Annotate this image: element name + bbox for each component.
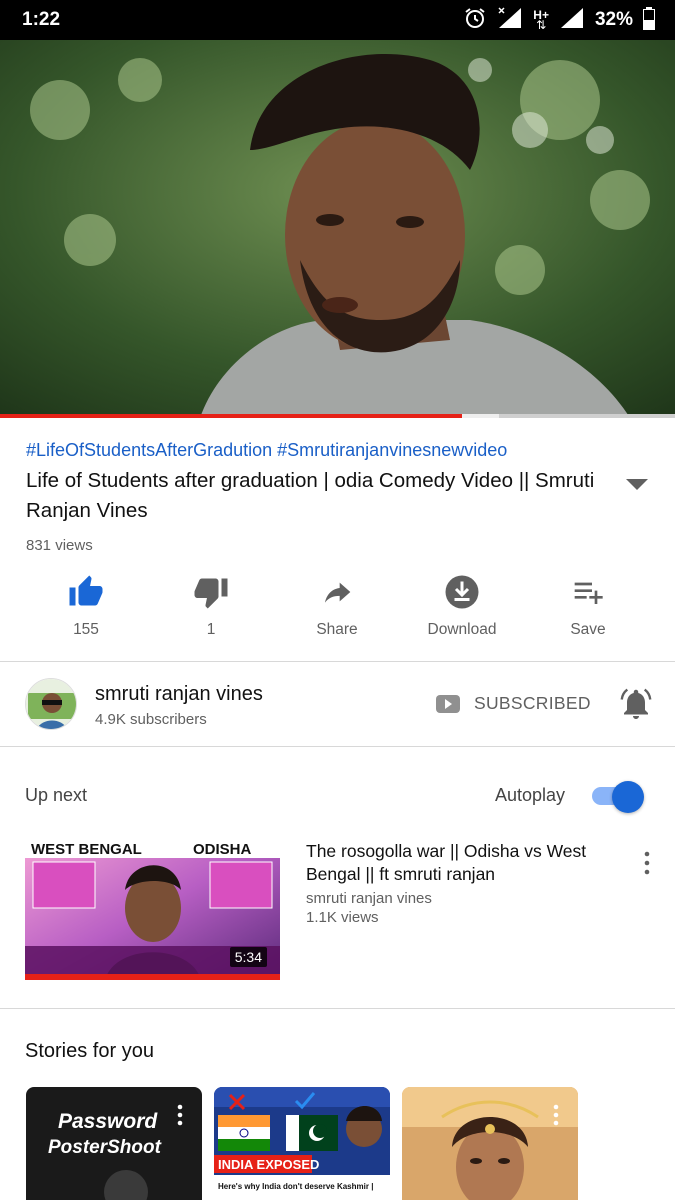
video-player[interactable] xyxy=(0,40,675,418)
notification-bell-icon[interactable] xyxy=(618,686,654,727)
subscribe-button[interactable]: SUBSCRIBED xyxy=(436,693,591,714)
story-text-2: PosterShoot xyxy=(48,1137,162,1158)
up-next-title[interactable]: The rosogolla war || Odisha vs West Beng… xyxy=(306,840,616,886)
signal-icon xyxy=(559,6,585,35)
progress-played xyxy=(0,414,462,418)
autoplay-label: Autoplay xyxy=(495,785,566,805)
channel-avatar[interactable] xyxy=(25,678,77,730)
story-image: Password PosterShoot xyxy=(26,1087,202,1200)
video-frame xyxy=(0,40,675,418)
video-duration: 5:34 xyxy=(229,947,267,967)
thumb-text-left: WEST BENGAL xyxy=(31,841,142,858)
divider xyxy=(0,746,675,747)
up-next-thumbnail[interactable]: WEST BENGAL ODISHA 5:34 xyxy=(25,838,280,980)
story-text-1: Password xyxy=(58,1110,158,1133)
story-text-2: Here's why India don't deserve Kashmir | xyxy=(218,1182,373,1191)
video-title: Life of Students after graduation | odia… xyxy=(26,469,595,522)
view-count: 831 views xyxy=(26,537,93,554)
download-label: Download xyxy=(427,621,497,638)
network-type-icon: H+ ⇅ xyxy=(533,8,549,32)
subscribe-state-label: SUBSCRIBED xyxy=(474,693,591,713)
story-image: INDIA EXPOSED Here's why India don't des… xyxy=(214,1087,390,1200)
download-icon xyxy=(407,572,517,612)
divider xyxy=(0,1008,675,1009)
up-next-label: Up next xyxy=(25,785,88,805)
story-card[interactable] xyxy=(402,1087,578,1200)
story-image xyxy=(402,1087,578,1200)
progress-buffered xyxy=(462,414,499,418)
signal-x-icon xyxy=(497,6,523,35)
story-text-1: INDIA EXPOSED xyxy=(218,1157,319,1172)
download-button[interactable]: Download xyxy=(407,572,517,639)
battery-icon xyxy=(643,6,655,35)
expand-description-icon[interactable] xyxy=(626,478,648,496)
video-progress-bar[interactable] xyxy=(0,414,675,418)
share-label: Share xyxy=(316,621,358,638)
toggle-knob xyxy=(612,781,644,813)
video-actions: 155 1 Share Download Save xyxy=(0,572,675,644)
dislike-button[interactable]: 1 xyxy=(156,572,266,639)
status-time: 1:22 xyxy=(22,9,61,30)
save-label: Save xyxy=(570,621,606,638)
like-count: 155 xyxy=(73,621,99,638)
channel-name[interactable]: smruti ranjan vines xyxy=(95,683,263,706)
up-next-channel: smruti ranjan vines xyxy=(306,890,432,907)
thumbs-up-icon xyxy=(31,572,141,612)
dislike-count: 1 xyxy=(206,621,216,638)
story-card[interactable]: INDIA EXPOSED Here's why India don't des… xyxy=(214,1087,390,1200)
divider xyxy=(0,661,675,662)
story-card[interactable]: Password PosterShoot xyxy=(26,1087,202,1200)
like-button[interactable]: 155 xyxy=(31,572,141,639)
status-bar: 1:22 H+ ⇅ 32% xyxy=(0,0,675,40)
thumb-text-right: ODISHA xyxy=(193,841,252,858)
stories-section-title: Stories for you xyxy=(25,1040,154,1062)
youtube-icon xyxy=(436,694,460,713)
share-button[interactable]: Share xyxy=(282,572,392,639)
subscriber-count: 4.9K subscribers xyxy=(95,711,207,728)
video-hashtags[interactable]: #LifeOfStudentsAfterGradution #Smrutiran… xyxy=(26,440,507,461)
save-button[interactable]: Save xyxy=(533,572,643,639)
battery-percent: 32% xyxy=(594,9,633,30)
playlist-add-icon xyxy=(533,572,643,612)
alarm-icon xyxy=(463,6,487,35)
more-options-icon[interactable] xyxy=(636,850,658,881)
thumbs-down-icon xyxy=(156,572,266,612)
up-next-views: 1.1K views xyxy=(306,909,379,926)
share-icon xyxy=(282,572,392,612)
autoplay-toggle[interactable] xyxy=(592,781,644,813)
